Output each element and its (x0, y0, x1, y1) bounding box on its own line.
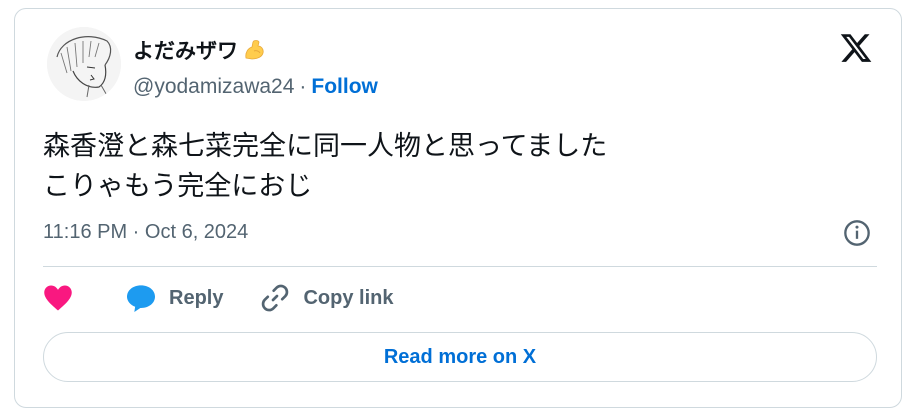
separator-dot: · (299, 75, 307, 98)
author-handle-row: @yodamizawa24 · Follow (133, 75, 378, 99)
tweet-embed-card: よだみザワ @yodamizawa24 · Follow 森香澄と森七菜完全に同… (14, 8, 902, 408)
x-logo-icon[interactable] (839, 31, 873, 65)
timestamp-link[interactable]: 11:16 PM · Oct 6, 2024 (43, 221, 248, 244)
like-button[interactable] (43, 284, 73, 312)
speech-bubble-icon (127, 285, 155, 312)
display-name[interactable]: よだみザワ (133, 35, 238, 65)
divider (43, 266, 877, 267)
copy-link-button[interactable]: Copy link (259, 282, 393, 314)
author-handle[interactable]: @yodamizawa24 (133, 75, 294, 99)
follow-button[interactable]: Follow (311, 75, 378, 99)
author-name-row[interactable]: よだみザワ (133, 35, 266, 65)
info-icon[interactable] (843, 219, 871, 247)
reply-button[interactable]: Reply (125, 283, 223, 313)
tweet-text: 森香澄と森七菜完全に同一人物と思ってました こりゃもう完全におじ (43, 131, 608, 202)
action-bar: Reply Copy link (43, 282, 393, 314)
avatar[interactable] (47, 27, 121, 101)
link-icon (262, 284, 289, 312)
flexed-biceps-emoji (245, 40, 264, 60)
heart-icon (44, 285, 72, 311)
avatar-sketch (47, 27, 121, 101)
copy-link-label: Copy link (303, 286, 394, 309)
reply-label: Reply (169, 286, 224, 309)
read-more-button[interactable]: Read more on X (43, 332, 877, 382)
